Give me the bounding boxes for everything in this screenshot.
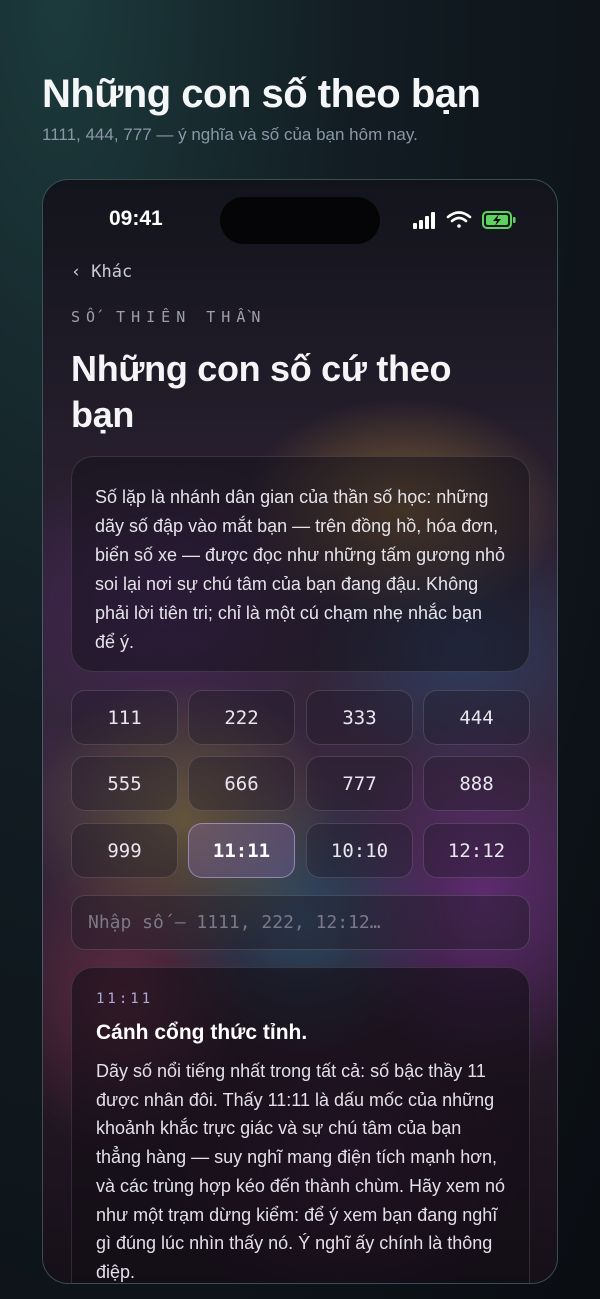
number-chip[interactable]: 555 (71, 756, 178, 811)
number-chip[interactable]: 10:10 (306, 823, 413, 878)
number-chip[interactable]: 444 (423, 690, 530, 745)
number-chip[interactable]: 111 (71, 690, 178, 745)
number-chip[interactable]: 777 (306, 756, 413, 811)
status-time: 09:41 (109, 207, 163, 230)
wifi-icon (446, 211, 472, 228)
page-subtitle: 1111, 444, 777 — ý nghĩa và số của bạn h… (42, 125, 418, 144)
number-search-input[interactable] (71, 895, 530, 950)
section-eyebrow: SỐ THIÊN THẦN (71, 308, 267, 326)
intro-text: Số lặp là nhánh dân gian của thần số học… (95, 487, 506, 652)
number-chip[interactable]: 222 (188, 690, 295, 745)
status-icons (413, 211, 516, 229)
back-label: Khác (91, 262, 133, 282)
number-chip[interactable]: 888 (423, 756, 530, 811)
dynamic-island (220, 197, 380, 244)
section-heading: Những con số cứ theo bạn (71, 348, 452, 435)
phone-frame: 09:41 ‹ Khác SỐ THIÊN THẦN Những con số c… (42, 179, 558, 1284)
meaning-card: 11:11 Cánh cổng thức tỉnh. Dãy số nổi ti… (71, 967, 530, 1283)
number-chip[interactable]: 333 (306, 690, 413, 745)
number-chip[interactable]: 666 (188, 756, 295, 811)
meaning-title: Cánh cổng thức tỉnh. (96, 1021, 308, 1044)
page-title: Những con số theo bạn (42, 72, 481, 116)
signal-icon (413, 212, 435, 229)
intro-card: Số lặp là nhánh dân gian của thần số học… (71, 456, 530, 672)
back-button[interactable]: ‹ Khác (71, 262, 132, 282)
chevron-left-icon: ‹ (71, 262, 82, 282)
number-chip[interactable]: 12:12 (423, 823, 530, 878)
number-chip-selected[interactable]: 11:11 (188, 823, 295, 878)
meaning-body: Dãy số nổi tiếng nhất trong tất cả: số b… (96, 1061, 506, 1282)
meaning-number: 11:11 (96, 991, 154, 1007)
battery-charging-icon (482, 211, 516, 229)
number-chip[interactable]: 999 (71, 823, 178, 878)
